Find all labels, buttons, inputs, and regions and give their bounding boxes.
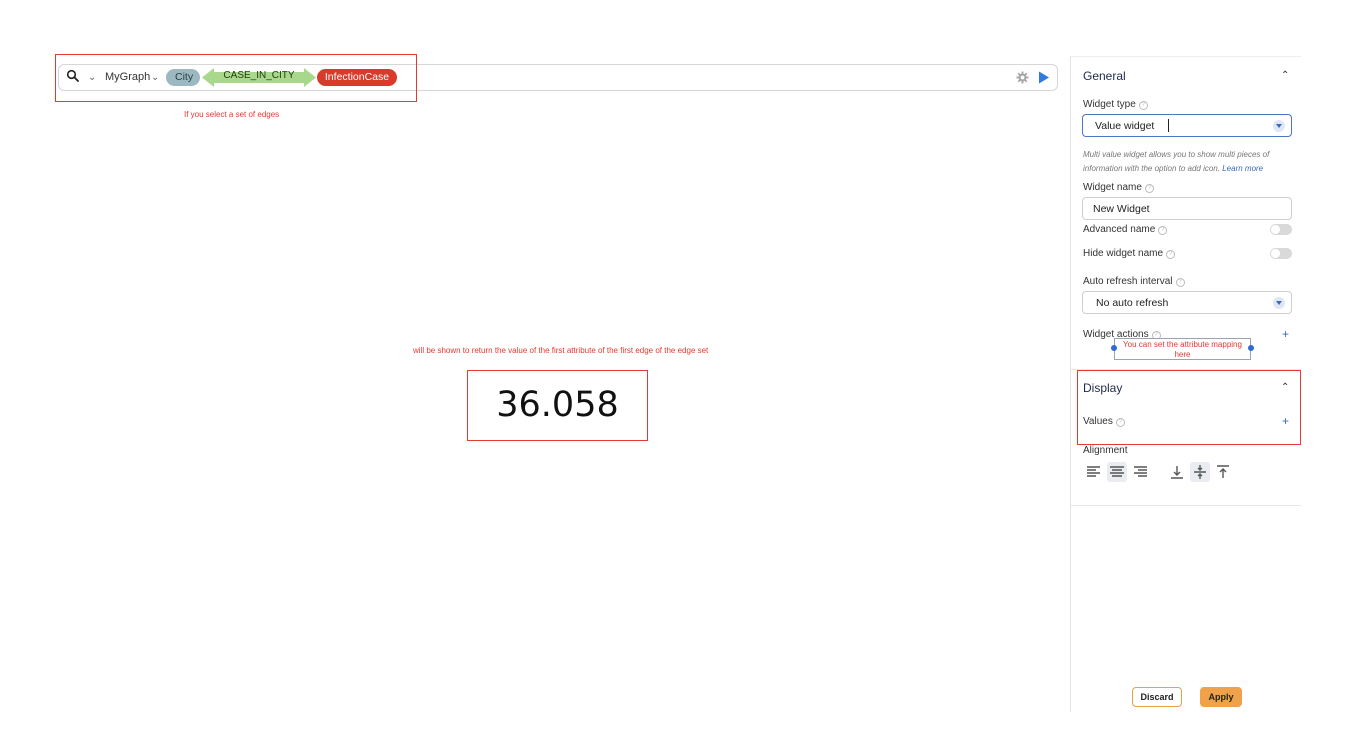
advanced-name-toggle[interactable] (1270, 224, 1292, 235)
widget-type-select[interactable]: Value widget (1082, 114, 1292, 137)
widget-name-value: New Widget (1093, 203, 1150, 215)
annotation-handle-right (1248, 345, 1254, 351)
gear-icon[interactable] (1016, 71, 1029, 84)
align-left-icon[interactable] (1084, 462, 1104, 482)
panel-top-border (1071, 56, 1301, 57)
align-right-icon[interactable] (1130, 462, 1150, 482)
mapping-annotation-line-1: You can set the attribute mapping (1123, 340, 1242, 349)
widget-name-label: Widget name? (1083, 182, 1154, 193)
edges-annotation: If you select a set of edges (184, 110, 280, 119)
general-section-title[interactable]: General (1083, 69, 1126, 83)
align-top-icon[interactable] (1213, 462, 1233, 482)
widget-type-label: Widget type? (1083, 99, 1148, 110)
dropdown-arrow-icon[interactable] (1273, 120, 1285, 132)
auto-refresh-value: No auto refresh (1096, 297, 1169, 309)
section-divider (1071, 505, 1301, 506)
help-icon: ? (1144, 184, 1154, 193)
widget-name-input[interactable]: New Widget (1082, 197, 1292, 220)
query-highlight-box (55, 54, 417, 102)
add-widget-action-icon[interactable]: + (1282, 327, 1289, 341)
advanced-name-label: Advanced name? (1083, 224, 1168, 235)
play-icon[interactable] (1038, 71, 1050, 84)
auto-refresh-label: Auto refresh interval? (1083, 276, 1185, 287)
help-icon: ? (1158, 226, 1168, 235)
help-icon: ? (1166, 250, 1176, 259)
apply-button[interactable]: Apply (1200, 687, 1242, 707)
widget-type-value: Value widget (1095, 120, 1155, 132)
alignment-label: Alignment (1083, 445, 1128, 456)
value-annotation: will be shown to return the value of the… (413, 346, 709, 355)
learn-more-link[interactable]: Learn more (1222, 164, 1263, 173)
align-middle-icon[interactable] (1190, 462, 1210, 482)
panel-divider (1070, 56, 1071, 712)
hide-widget-name-toggle[interactable] (1270, 248, 1292, 259)
general-collapse-icon[interactable]: ⌃ (1281, 70, 1289, 81)
text-cursor (1168, 119, 1169, 132)
mapping-annotation-line-2: here (1174, 350, 1191, 359)
widget-value: 36.058 (496, 385, 619, 425)
help-icon: ? (1175, 278, 1185, 287)
align-bottom-icon[interactable] (1167, 462, 1187, 482)
mapping-annotation-box: You can set the attribute mapping here (1114, 338, 1251, 360)
widget-type-description: Multi value widget allows you to show mu… (1083, 150, 1270, 173)
hide-widget-name-label: Hide widget name? (1083, 248, 1176, 259)
dropdown-arrow-icon[interactable] (1273, 297, 1285, 309)
align-center-icon[interactable] (1107, 462, 1127, 482)
annotation-handle-left (1111, 345, 1117, 351)
discard-button[interactable]: Discard (1132, 687, 1182, 707)
auto-refresh-select[interactable]: No auto refresh (1082, 291, 1292, 314)
help-icon: ? (1138, 101, 1148, 110)
display-highlight-box (1077, 370, 1301, 445)
